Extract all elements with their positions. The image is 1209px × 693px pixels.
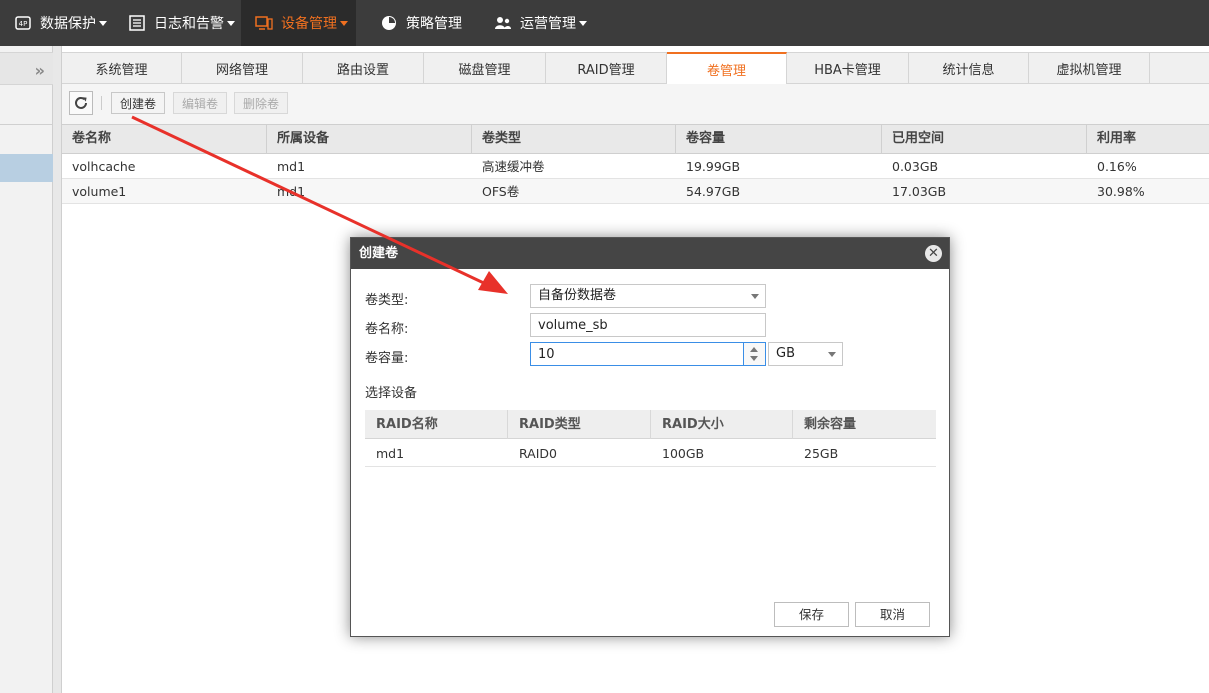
chevron-down-icon — [828, 352, 836, 357]
nav-label: 运营管理 — [520, 16, 576, 32]
column-header[interactable]: 卷容量 — [676, 125, 882, 154]
edit-volume-button[interactable]: 编辑卷 — [173, 92, 227, 114]
chevron-down-icon — [340, 20, 348, 26]
create-volume-button[interactable]: 创建卷 — [111, 92, 165, 114]
table-row[interactable]: md1 RAID0 100GB 25GB — [365, 440, 936, 467]
toolbar-separator — [101, 96, 102, 110]
tab-disk[interactable]: 磁盘管理 — [424, 53, 546, 84]
tab-vm[interactable]: 虚拟机管理 — [1029, 53, 1150, 84]
nav-label: 设备管理 — [281, 16, 337, 32]
tab-bar: 系统管理 网络管理 路由设置 磁盘管理 RAID管理 卷管理 HBA卡管理 统计… — [62, 52, 1209, 84]
tab-volume[interactable]: 卷管理 — [667, 52, 787, 84]
users-icon — [494, 15, 512, 31]
nav-operations-management[interactable]: 运营管理 — [494, 0, 587, 46]
volume-name-input[interactable] — [530, 313, 766, 337]
clock-icon — [380, 15, 398, 31]
top-navigation: 4P 数据保护 日志和告警 设备管理 策略管理 运营管理 — [0, 0, 1209, 46]
delete-volume-button[interactable]: 删除卷 — [234, 92, 288, 114]
table-cell: 0.03GB — [892, 159, 939, 174]
table-cell: 100GB — [662, 446, 705, 461]
tab-network[interactable]: 网络管理 — [182, 53, 303, 84]
cancel-button[interactable]: 取消 — [855, 602, 930, 627]
table-cell: 0.16% — [1097, 159, 1137, 174]
expand-icon[interactable]: » — [35, 61, 45, 80]
column-header[interactable]: 利用率 — [1087, 125, 1209, 154]
column-header[interactable]: 剩余容量 — [793, 410, 936, 439]
tab-hba[interactable]: HBA卡管理 — [787, 53, 909, 84]
tab-system[interactable]: 系统管理 — [62, 53, 182, 84]
create-volume-dialog: 创建卷 ✕ 卷类型: 自备份数据卷 卷名称: 卷容量: GB 选择设备 RAID… — [350, 237, 950, 637]
left-panel-header: » — [0, 52, 53, 85]
nav-logs-alerts[interactable]: 日志和告警 — [128, 0, 235, 46]
increment-icon[interactable] — [750, 347, 758, 352]
column-header[interactable]: RAID大小 — [651, 410, 793, 439]
nav-policy-management[interactable]: 策略管理 — [380, 0, 462, 46]
column-header[interactable]: 卷名称 — [62, 125, 267, 154]
chevron-down-icon — [227, 20, 235, 26]
table-header: 卷名称 所属设备 卷类型 卷容量 已用空间 利用率 — [62, 124, 1209, 154]
table-cell: 19.99GB — [686, 159, 741, 174]
shield-icon: 4P — [14, 15, 32, 31]
volume-type-value: 自备份数据卷 — [538, 288, 617, 303]
save-button[interactable]: 保存 — [774, 602, 849, 627]
decrement-icon[interactable] — [750, 356, 758, 361]
table-row[interactable]: volume1 md1 OFS卷 54.97GB 17.03GB 30.98% — [62, 179, 1209, 204]
table-cell: volume1 — [72, 184, 127, 199]
left-panel: » — [0, 46, 53, 693]
table-cell: 高速缓冲卷 — [482, 159, 545, 174]
column-header[interactable]: RAID类型 — [508, 410, 651, 439]
table-cell: md1 — [277, 159, 306, 174]
volume-size-label: 卷容量: — [365, 351, 409, 366]
close-icon[interactable]: ✕ — [925, 245, 942, 262]
select-device-heading: 选择设备 — [365, 386, 418, 401]
table-cell: md1 — [376, 446, 405, 461]
splitter[interactable] — [53, 46, 62, 693]
table-cell: volhcache — [72, 159, 136, 174]
column-header[interactable]: 所属设备 — [267, 125, 472, 154]
nav-label: 数据保护 — [40, 16, 96, 32]
table-cell: OFS卷 — [482, 184, 520, 199]
nav-device-management[interactable]: 设备管理 — [241, 0, 356, 46]
log-icon — [128, 15, 146, 31]
table-cell: 25GB — [804, 446, 839, 461]
chevron-down-icon — [751, 294, 759, 299]
device-table-header: RAID名称 RAID类型 RAID大小 剩余容量 — [365, 410, 936, 439]
toolbar: 创建卷 编辑卷 删除卷 — [62, 84, 1209, 124]
selected-tree-item[interactable] — [0, 154, 53, 182]
volume-type-label: 卷类型: — [365, 293, 409, 308]
refresh-button[interactable] — [69, 91, 93, 115]
nav-data-protection[interactable]: 4P 数据保护 — [14, 0, 107, 46]
volume-name-label: 卷名称: — [365, 322, 409, 337]
tab-statistics[interactable]: 统计信息 — [909, 53, 1029, 84]
volume-type-select[interactable]: 自备份数据卷 — [530, 284, 766, 308]
table-cell: md1 — [277, 184, 306, 199]
size-stepper[interactable] — [744, 342, 766, 366]
svg-text:4P: 4P — [19, 20, 28, 28]
tab-raid[interactable]: RAID管理 — [546, 53, 667, 84]
chevron-down-icon — [579, 20, 587, 26]
size-unit-select[interactable]: GB — [768, 342, 843, 366]
table-cell: 17.03GB — [892, 184, 947, 199]
column-header[interactable]: 已用空间 — [882, 125, 1087, 154]
column-header[interactable]: RAID名称 — [365, 410, 508, 439]
table-cell: 30.98% — [1097, 184, 1145, 199]
device-icon — [255, 15, 273, 31]
table-cell: 54.97GB — [686, 184, 741, 199]
nav-label: 日志和告警 — [154, 16, 224, 32]
table-row[interactable]: volhcache md1 高速缓冲卷 19.99GB 0.03GB 0.16% — [62, 154, 1209, 179]
tab-routing[interactable]: 路由设置 — [303, 53, 424, 84]
column-header[interactable]: 卷类型 — [472, 125, 676, 154]
size-unit-value: GB — [776, 346, 795, 361]
table-cell: RAID0 — [519, 446, 557, 461]
volume-size-input[interactable] — [530, 342, 744, 366]
divider — [0, 124, 53, 125]
chevron-down-icon — [99, 20, 107, 26]
dialog-title[interactable]: 创建卷 — [351, 238, 949, 269]
nav-label: 策略管理 — [406, 16, 462, 32]
refresh-icon — [75, 96, 87, 109]
